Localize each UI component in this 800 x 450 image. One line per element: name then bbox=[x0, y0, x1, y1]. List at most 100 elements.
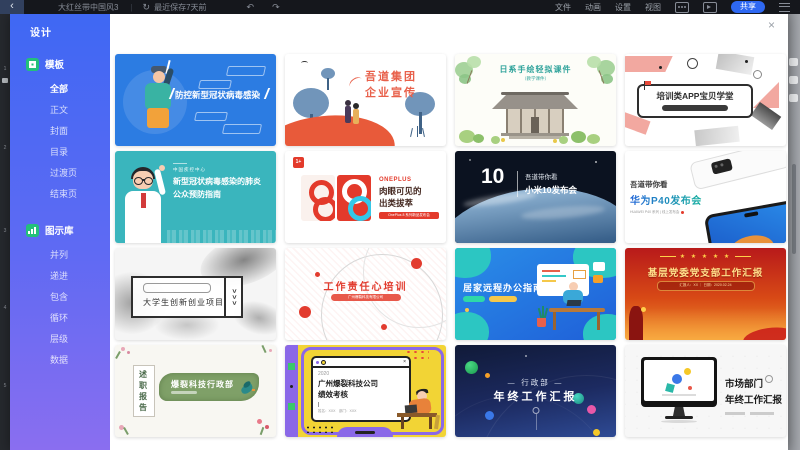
card-title: 广州爆裂科技公司 bbox=[318, 379, 378, 388]
redo-icon[interactable]: ↷ bbox=[272, 0, 280, 14]
slash-decor bbox=[263, 88, 270, 99]
template-card-market-yearend[interactable]: 市场部门 年终工作汇报 bbox=[625, 345, 786, 437]
sidebar-item-cycle[interactable]: 循环 bbox=[10, 308, 110, 329]
template-card-covid-guide[interactable]: 中国疾控中心 新型冠状病毒感染的肺炎 公众预防指南 bbox=[115, 151, 276, 243]
slide-thumbnail-strip[interactable]: 1 2 3 4 5 bbox=[0, 14, 10, 450]
badge-pill: 汇报人：XX ｜ 日期：2020.02.24 bbox=[656, 281, 755, 291]
template-card-huawei-p40[interactable]: 吾道带你看 华为P40发布会 HUAWEI P40 系列 | 线上发布会 bbox=[625, 151, 786, 243]
top-bar: ‹ 大红丝带中国风3 | ↻ 最近保存7天前 ↶ ↷ 文件 动画 设置 视图 共… bbox=[0, 0, 800, 14]
menu-animation[interactable]: 动画 bbox=[585, 2, 601, 13]
template-card-party-report[interactable]: ★ ★ ★ ★ ★ 基层党委党支部工作汇报 汇报人：XX ｜ 日期：2020.0… bbox=[625, 248, 786, 340]
template-gallery: × 防控新型冠状病毒感染 吾道集团 企业宣传 日系手绘轻拟课件 （教学课件） 培… bbox=[110, 14, 788, 450]
undo-icon[interactable]: ↶ bbox=[247, 0, 255, 14]
retro-window: × 2020 广州爆裂科技公司 绩效考核 姓名：XXX 部门：XXX bbox=[311, 356, 411, 422]
menu-file[interactable]: 文件 bbox=[555, 2, 571, 13]
big-number: 10 bbox=[481, 165, 505, 188]
circle-decor bbox=[753, 70, 762, 79]
dot-decor bbox=[659, 66, 662, 69]
subtitle-pill bbox=[662, 105, 728, 111]
phone-illustration bbox=[703, 199, 786, 243]
sidebar-item-inclusion[interactable]: 包含 bbox=[10, 287, 110, 308]
vertical-title-box: 述职报告 bbox=[133, 365, 155, 417]
share-button[interactable]: 共享 bbox=[731, 1, 765, 13]
card-title: 绩效考核 bbox=[318, 390, 348, 399]
sphere-decor bbox=[465, 361, 478, 374]
template-card-japanese-course[interactable]: 日系手绘轻拟课件 （教学课件） bbox=[455, 54, 616, 146]
card-text: 市场部门 年终工作汇报 bbox=[725, 375, 783, 416]
dots-decor bbox=[305, 425, 335, 433]
sidebar-item-progression[interactable]: 递进 bbox=[10, 266, 110, 287]
stars: ★ ★ ★ ★ ★ bbox=[679, 254, 732, 260]
sidebar-item-body[interactable]: 正文 bbox=[10, 100, 110, 121]
sidebar-item-cover[interactable]: 封面 bbox=[10, 121, 110, 142]
sphere-decor bbox=[587, 405, 596, 414]
sidebar-item-all[interactable]: 全部 bbox=[10, 79, 110, 100]
doctor-illustration bbox=[117, 165, 169, 243]
template-card-performance[interactable]: × 2020 广州爆裂科技公司 绩效考核 姓名：XXX 部门：XXX bbox=[285, 345, 446, 437]
vertical-title: 述职报告 bbox=[138, 370, 149, 414]
dot-decor bbox=[745, 60, 748, 63]
slide-thumbnail[interactable] bbox=[2, 78, 8, 83]
back-button[interactable]: ‹ bbox=[0, 0, 24, 14]
panel-tool-icon[interactable] bbox=[789, 58, 798, 66]
tag-pill bbox=[221, 124, 263, 134]
dot-decor bbox=[381, 324, 387, 330]
dot-decor bbox=[465, 308, 469, 312]
brand-tile bbox=[301, 175, 335, 221]
template-card-innovation[interactable]: 大学生创新创业项目 > > > bbox=[115, 248, 276, 340]
design-sidebar: 设计 模板 全部 正文 封面 目录 过渡页 结束页 图示库 并列 递进 包含 循… bbox=[10, 14, 110, 450]
right-toolbar-strip bbox=[788, 14, 800, 450]
sidebar-item-parallel[interactable]: 并列 bbox=[10, 245, 110, 266]
sphere-decor bbox=[593, 429, 600, 436]
panel-tool-icon[interactable] bbox=[789, 94, 798, 102]
template-card-remote-work[interactable]: 居家远程办公指南 bbox=[455, 248, 616, 340]
template-section: 模板 全部 正文 封面 目录 过渡页 结束页 bbox=[10, 57, 110, 205]
card-title: 年终工作汇报 bbox=[493, 390, 578, 403]
scrollbar-thumb[interactable] bbox=[792, 164, 796, 254]
sidebar-item-data[interactable]: 数据 bbox=[10, 350, 110, 371]
dot-decor bbox=[315, 272, 320, 277]
imac-illustration bbox=[641, 357, 717, 427]
sidebar-item-ending[interactable]: 结束页 bbox=[10, 184, 110, 205]
card-title: 公众预防指南 bbox=[173, 190, 221, 199]
template-card-covid-prevention[interactable]: 防控新型冠状病毒感染 bbox=[115, 54, 276, 146]
template-card-mi10[interactable]: 10 吾道带你看 小米10发布会 bbox=[455, 151, 616, 243]
card-title: 工作责任心培训 bbox=[323, 282, 408, 293]
meta-bars bbox=[725, 412, 783, 416]
sidebar-item-hierarchy[interactable]: 层级 bbox=[10, 329, 110, 350]
template-card-admin-dept[interactable]: 述职报告 爆裂科技行政部 bbox=[115, 345, 276, 437]
card-title: 肉眼可见的 bbox=[379, 186, 422, 196]
template-card-admin-yearend[interactable]: — 行政部 — 年终工作汇报 bbox=[455, 345, 616, 437]
template-card-oneplus[interactable]: 1+ ONEPLUS 肉眼可见的 出类拔萃 OnePlus 8 系列新品发布会 bbox=[285, 151, 446, 243]
template-card-training-app[interactable]: 培训类APP宝贝学堂 bbox=[625, 54, 786, 146]
year: 2020 bbox=[318, 371, 330, 377]
dot-decor bbox=[411, 258, 422, 269]
zigzag-decor: > > > bbox=[224, 278, 241, 316]
sidebar-item-transition[interactable]: 过渡页 bbox=[10, 163, 110, 184]
card-title: 日系手绘轻拟课件 bbox=[499, 65, 572, 74]
template-grid: 防控新型冠状病毒感染 吾道集团 企业宣传 日系手绘轻拟课件 （教学课件） 培训类… bbox=[115, 54, 786, 437]
star-decor bbox=[525, 355, 527, 357]
autosave-icon: ↻ bbox=[142, 2, 151, 12]
card-title: 大学生创新创业项目 bbox=[143, 298, 224, 307]
brand-tile bbox=[337, 175, 371, 221]
comment-icon[interactable] bbox=[675, 1, 689, 13]
title-frame: 培训类APP宝贝学堂 bbox=[637, 81, 753, 118]
tag-pills bbox=[463, 296, 517, 302]
sidebar-item-toc[interactable]: 目录 bbox=[10, 142, 110, 163]
template-card-responsibility[interactable]: 工作责任心培训 广州爆裂科技有限公司 bbox=[285, 248, 446, 340]
menu-icon[interactable] bbox=[779, 2, 790, 12]
left-strip bbox=[285, 345, 298, 437]
close-icon[interactable]: × bbox=[768, 19, 775, 31]
document-title: 大红丝带中国风3 bbox=[58, 2, 119, 12]
card-title: 防控新型冠状病毒感染 bbox=[175, 90, 261, 100]
present-icon[interactable] bbox=[703, 1, 717, 13]
card-title: 年终工作汇报 bbox=[725, 395, 783, 407]
menu-settings[interactable]: 设置 bbox=[615, 2, 631, 13]
template-card-corporate[interactable]: 吾道集团 企业宣传 bbox=[285, 54, 446, 146]
separator: | bbox=[130, 2, 133, 12]
menu-view[interactable]: 视图 bbox=[645, 2, 661, 13]
panel-tool-icon[interactable] bbox=[789, 76, 798, 84]
card-title: 居家远程办公指南 bbox=[463, 283, 544, 293]
tag-pill bbox=[225, 66, 267, 76]
